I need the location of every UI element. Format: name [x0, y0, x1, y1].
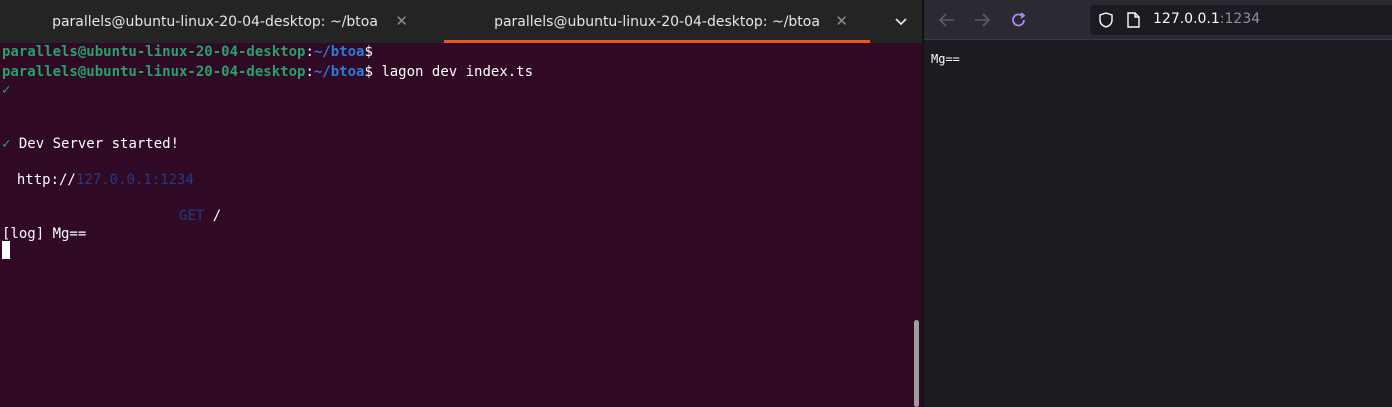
terminal-tab-1[interactable]: parallels@ubuntu-linux-20-04-desktop: ~/… [0, 0, 430, 43]
browser-window: 127.0.0.1:1234 Mg== [924, 0, 1392, 407]
terminal-cursor [2, 241, 10, 259]
terminal-line-prompt-1: parallels@ubuntu-linux-20-04-desktop:~/b… [2, 44, 373, 60]
terminal-line-dev-server: ✓ Dev Server started! [2, 136, 180, 152]
tracking-protection-shield-icon[interactable] [1099, 12, 1113, 32]
tab-title: parallels@ubuntu-linux-20-04-desktop: ~/… [52, 13, 378, 30]
terminal-line-log: [log] Mg== [2, 226, 87, 242]
terminal-line-request: GET / [179, 208, 222, 224]
back-arrow-icon[interactable] [936, 9, 958, 31]
terminal-line-prompt-2: parallels@ubuntu-linux-20-04-desktop:~/b… [2, 64, 534, 80]
terminal-line-faded-1: ✓ [2, 82, 11, 98]
terminal-tab-2[interactable]: parallels@ubuntu-linux-20-04-desktop: ~/… [444, 0, 870, 43]
terminal-line-url: http://127.0.0.1:1234 [16, 172, 194, 188]
page-content-text: Mg== [931, 52, 960, 66]
address-bar-url[interactable]: 127.0.0.1:1234 [1153, 11, 1260, 27]
tab-close-icon[interactable]: ✕ [395, 13, 408, 29]
browser-toolbar: 127.0.0.1:1234 [924, 0, 1392, 40]
address-bar[interactable]: 127.0.0.1:1234 [1090, 5, 1392, 35]
page-info-document-icon[interactable] [1127, 12, 1140, 32]
terminal-window: parallels@ubuntu-linux-20-04-desktop: ~/… [0, 0, 922, 407]
reload-icon[interactable] [1008, 9, 1030, 31]
forward-arrow-icon[interactable] [971, 9, 993, 31]
tab-close-icon[interactable]: ✕ [835, 13, 848, 29]
command-text: lagon dev index.ts [372, 64, 534, 80]
tab-title: parallels@ubuntu-linux-20-04-desktop: ~/… [494, 13, 820, 30]
terminal-tab-bar: parallels@ubuntu-linux-20-04-desktop: ~/… [0, 0, 922, 43]
terminal-output[interactable]: parallels@ubuntu-linux-20-04-desktop:~/b… [0, 43, 912, 407]
terminal-scrollbar[interactable] [914, 320, 919, 407]
tabs-menu-chevron-down-icon[interactable] [888, 10, 914, 34]
